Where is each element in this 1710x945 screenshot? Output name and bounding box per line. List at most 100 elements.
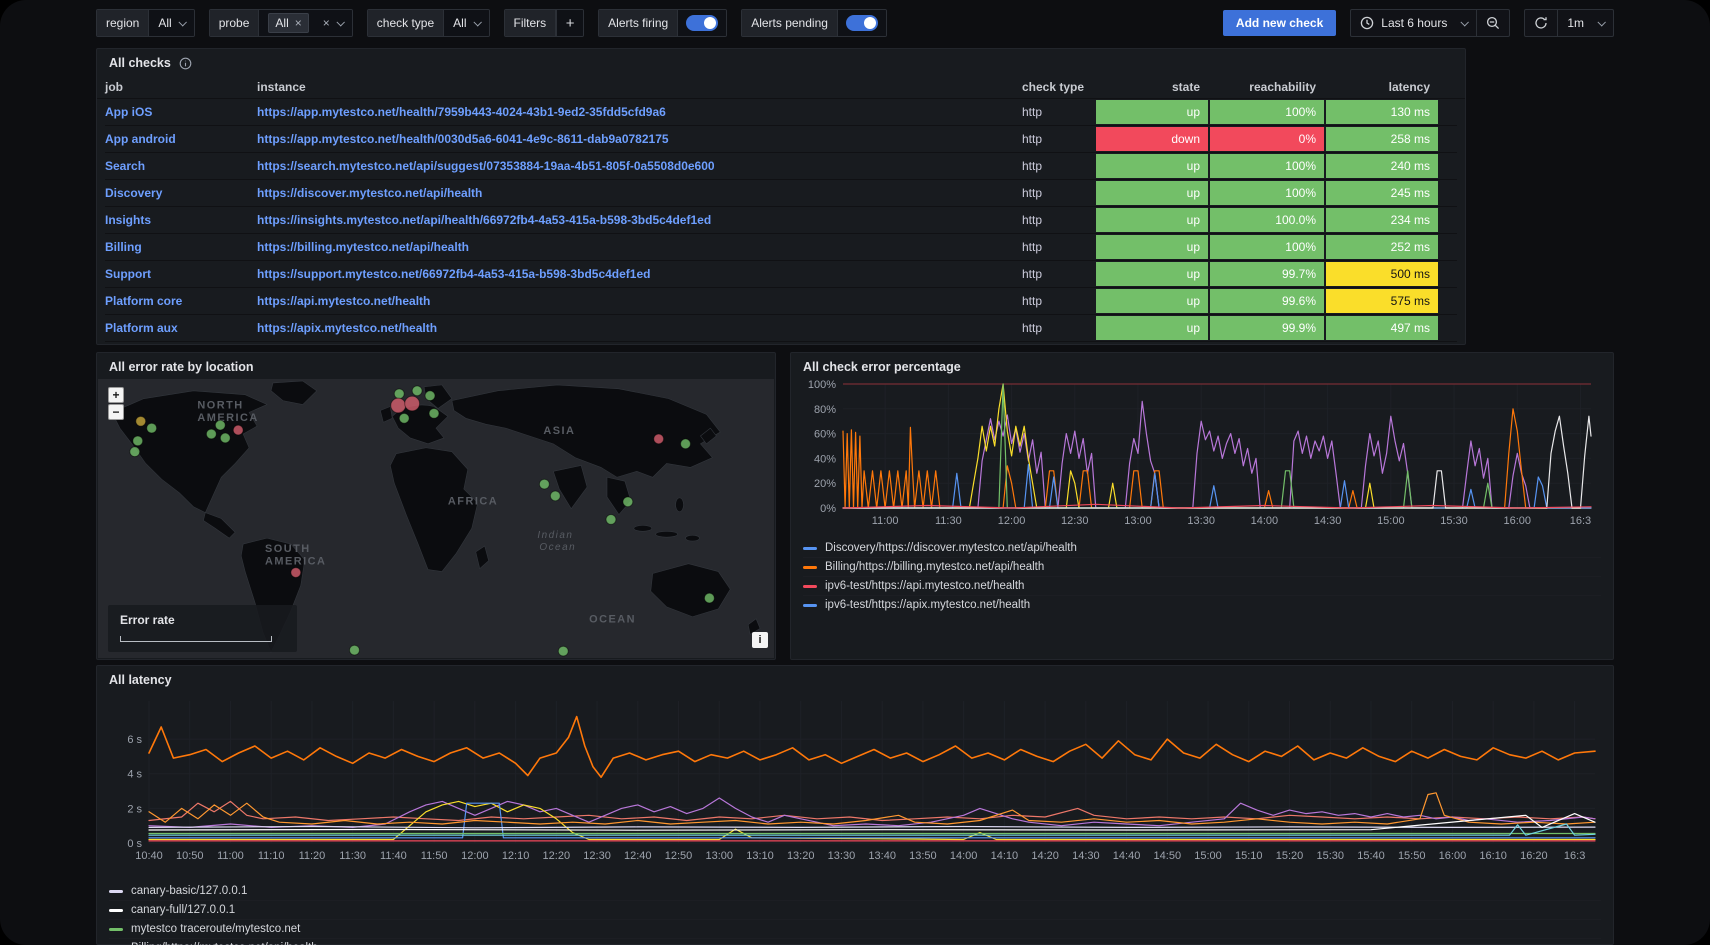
check-type-select[interactable]: All (444, 10, 488, 36)
latency-badge: 258 ms (1326, 127, 1438, 151)
legend-label: canary-full/127.0.0.1 (131, 904, 235, 916)
table-header: job instance check type state reachabili… (97, 74, 1465, 99)
x-axis-tick-label: 15:00 (1377, 515, 1405, 527)
legend-item[interactable]: ipv6-test/https://apix.mytestco.net/heal… (803, 595, 1601, 614)
refresh-interval-select[interactable]: 1m (1557, 10, 1613, 36)
col-instance[interactable]: instance (257, 80, 1020, 94)
job-link[interactable]: Platform core (105, 294, 255, 308)
map-point-crit[interactable] (405, 396, 420, 411)
map-point-ok[interactable] (350, 645, 360, 655)
alerts-firing-toggle[interactable] (686, 15, 718, 31)
map-point-ok[interactable] (215, 420, 225, 430)
table-row: Supporthttps://support.mytestco.net/6697… (105, 261, 1457, 288)
map-point-ok[interactable] (130, 447, 140, 457)
job-link[interactable]: App iOS (105, 105, 255, 119)
add-new-check-button[interactable]: Add new check (1223, 10, 1336, 36)
map-point-ok[interactable] (539, 479, 549, 489)
job-link[interactable]: Support (105, 267, 255, 281)
map-point-warn[interactable] (136, 416, 146, 426)
col-check-type[interactable]: check type (1022, 80, 1094, 94)
map-point-crit[interactable] (291, 568, 301, 578)
map-point-ok[interactable] (394, 389, 404, 399)
instance-link[interactable]: https://search.mytestco.net/api/suggest/… (257, 159, 1020, 173)
map-point-ok[interactable] (550, 491, 560, 501)
legend-item[interactable]: Billing/https://mytestco.net/api/health (109, 938, 1601, 945)
probe-chip[interactable]: All× (268, 13, 308, 33)
job-link[interactable]: App android (105, 132, 255, 146)
probe-select[interactable]: All× × (259, 10, 351, 36)
x-axis-tick-label: 11:30 (935, 515, 962, 527)
instance-link[interactable]: https://api.mytestco.net/health (257, 294, 1020, 308)
clear-all-icon[interactable]: × (323, 17, 330, 29)
col-job[interactable]: job (105, 80, 255, 94)
x-axis-tick-label: 15:20 (1276, 850, 1304, 862)
x-axis-tick-label: 15:00 (1194, 850, 1222, 862)
map-point-crit[interactable] (391, 398, 406, 413)
map-point-ok[interactable] (133, 436, 143, 446)
map-point-ok[interactable] (399, 413, 409, 423)
x-axis-tick-label: 12:10 (502, 850, 530, 862)
instance-link[interactable]: https://billing.mytestco.net/api/health (257, 240, 1020, 254)
map-point-ok[interactable] (558, 646, 568, 656)
y-axis-tick-label: 100% (808, 379, 836, 391)
region-select[interactable]: All (149, 10, 193, 36)
map-point-ok[interactable] (412, 386, 422, 396)
y-axis-tick-label: 40% (814, 453, 836, 465)
clock-icon (1360, 16, 1374, 30)
legend-item[interactable]: Discovery/https://discover.mytestco.net/… (803, 539, 1601, 557)
toolbar: region All probe All× × check type All F… (96, 9, 1614, 37)
map-attribution-button[interactable]: i (752, 632, 768, 648)
map-point-crit[interactable] (233, 425, 243, 435)
alerts-pending-toggle[interactable] (846, 15, 878, 31)
map-region-label: AMERICA (265, 556, 326, 568)
add-filter-button[interactable]: + (556, 10, 583, 36)
col-reachability[interactable]: reachability (1210, 80, 1324, 94)
instance-link[interactable]: https://discover.mytestco.net/api/health (257, 186, 1020, 200)
map-point-ok[interactable] (606, 515, 616, 525)
job-link[interactable]: Search (105, 159, 255, 173)
job-link[interactable]: Discovery (105, 186, 255, 200)
legend-item[interactable]: canary-basic/127.0.0.1 (109, 882, 1601, 900)
map-point-ok[interactable] (147, 423, 157, 433)
legend-item[interactable]: Billing/https://billing.mytestco.net/api… (803, 557, 1601, 576)
legend-item[interactable]: ipv6-test/https://api.mytestco.net/healt… (803, 576, 1601, 595)
filters-label: Filters (505, 10, 557, 36)
map-point-ok[interactable] (704, 593, 714, 603)
legend-item[interactable]: mytestco traceroute/mytestco.net (109, 919, 1601, 938)
x-axis-tick-label: 13:20 (787, 850, 815, 862)
info-icon[interactable] (179, 57, 192, 70)
instance-link[interactable]: https://support.mytestco.net/66972fb4-4a… (257, 267, 1020, 281)
latency-badge: 234 ms (1326, 208, 1438, 232)
time-range-button[interactable]: Last 6 hours (1351, 10, 1476, 36)
job-link[interactable]: Platform aux (105, 321, 255, 335)
world-map[interactable]: NORTHAMERICASOUTHAMERICAASIAAFRICAIndian… (98, 379, 774, 658)
y-axis-tick-label: 20% (814, 478, 836, 490)
map-zoom-out-button[interactable]: − (108, 404, 124, 420)
refresh-button[interactable] (1525, 10, 1557, 36)
series-line-Discovery/https://discover.mytestco.net/api/health (843, 465, 1591, 508)
col-latency[interactable]: latency (1326, 80, 1438, 94)
legend-item[interactable]: canary-full/127.0.0.1 (109, 900, 1601, 919)
map-zoom-in-button[interactable]: + (108, 387, 124, 403)
series-line-latency-orange-main (149, 717, 1595, 778)
job-link[interactable]: Billing (105, 240, 255, 254)
reachability-badge: 0% (1210, 127, 1324, 151)
map-point-crit[interactable] (654, 434, 664, 444)
instance-link[interactable]: https://app.mytestco.net/health/7959b443… (257, 105, 1020, 119)
zoom-out-button[interactable] (1476, 10, 1509, 36)
map-point-ok[interactable] (220, 433, 230, 443)
job-link[interactable]: Insights (105, 213, 255, 227)
map-point-ok[interactable] (681, 439, 691, 449)
instance-link[interactable]: https://apix.mytestco.net/health (257, 321, 1020, 335)
check-type-cell: http (1022, 105, 1094, 119)
map-point-ok[interactable] (429, 408, 439, 418)
chip-close-icon[interactable]: × (295, 17, 302, 29)
instance-link[interactable]: https://app.mytestco.net/health/0030d5a6… (257, 132, 1020, 146)
map-point-ok[interactable] (623, 497, 633, 507)
instance-link[interactable]: https://insights.mytestco.net/api/health… (257, 213, 1020, 227)
map-point-ok[interactable] (206, 429, 216, 439)
refresh-interval-value: 1m (1567, 16, 1584, 30)
map-point-ok[interactable] (425, 391, 435, 401)
col-state[interactable]: state (1096, 80, 1208, 94)
check-type-cell: http (1022, 132, 1094, 146)
